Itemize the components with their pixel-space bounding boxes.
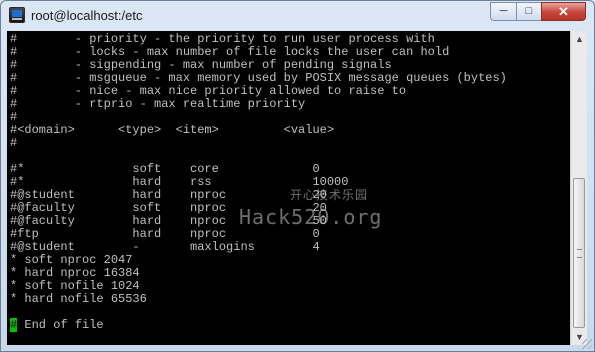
watermark-site: Hack520.org [239, 205, 383, 229]
terminal-line: #<domain> <type> <item> <value> [10, 123, 335, 137]
close-button[interactable]: ✕ [541, 2, 586, 21]
window-title: root@localhost:/etc [31, 8, 143, 23]
terminal-line: * hard nofile 65536 [10, 292, 147, 306]
terminal-window: root@localhost:/etc ─ □ ✕ # - priority -… [0, 0, 595, 352]
terminal-line-last: # End of file [10, 318, 104, 332]
terminal-line: # - rtprio - max realtime priority [10, 97, 306, 111]
end-of-file-text: End of file [17, 318, 104, 332]
putty-terminal-icon[interactable] [9, 7, 25, 23]
resize-grip-icon[interactable] [582, 339, 592, 349]
scrollbar-grip-icon [577, 249, 582, 258]
screen-icon-part [12, 10, 22, 17]
terminal-line: # [10, 136, 18, 150]
keyboard-icon-part [12, 18, 22, 20]
title-bar[interactable]: root@localhost:/etc ─ □ ✕ [1, 1, 594, 29]
minimize-button[interactable]: ─ [490, 2, 517, 21]
terminal-screen[interactable]: # - priority - the priority to run user … [7, 31, 570, 345]
maximize-button[interactable]: □ [516, 2, 542, 21]
vertical-scrollbar[interactable]: ▲ ▼ [570, 31, 587, 345]
scrollbar-thumb[interactable] [573, 178, 585, 328]
scroll-up-arrow-icon[interactable]: ▲ [572, 31, 587, 47]
watermark-chinese: 开心技术乐园 [290, 188, 369, 202]
